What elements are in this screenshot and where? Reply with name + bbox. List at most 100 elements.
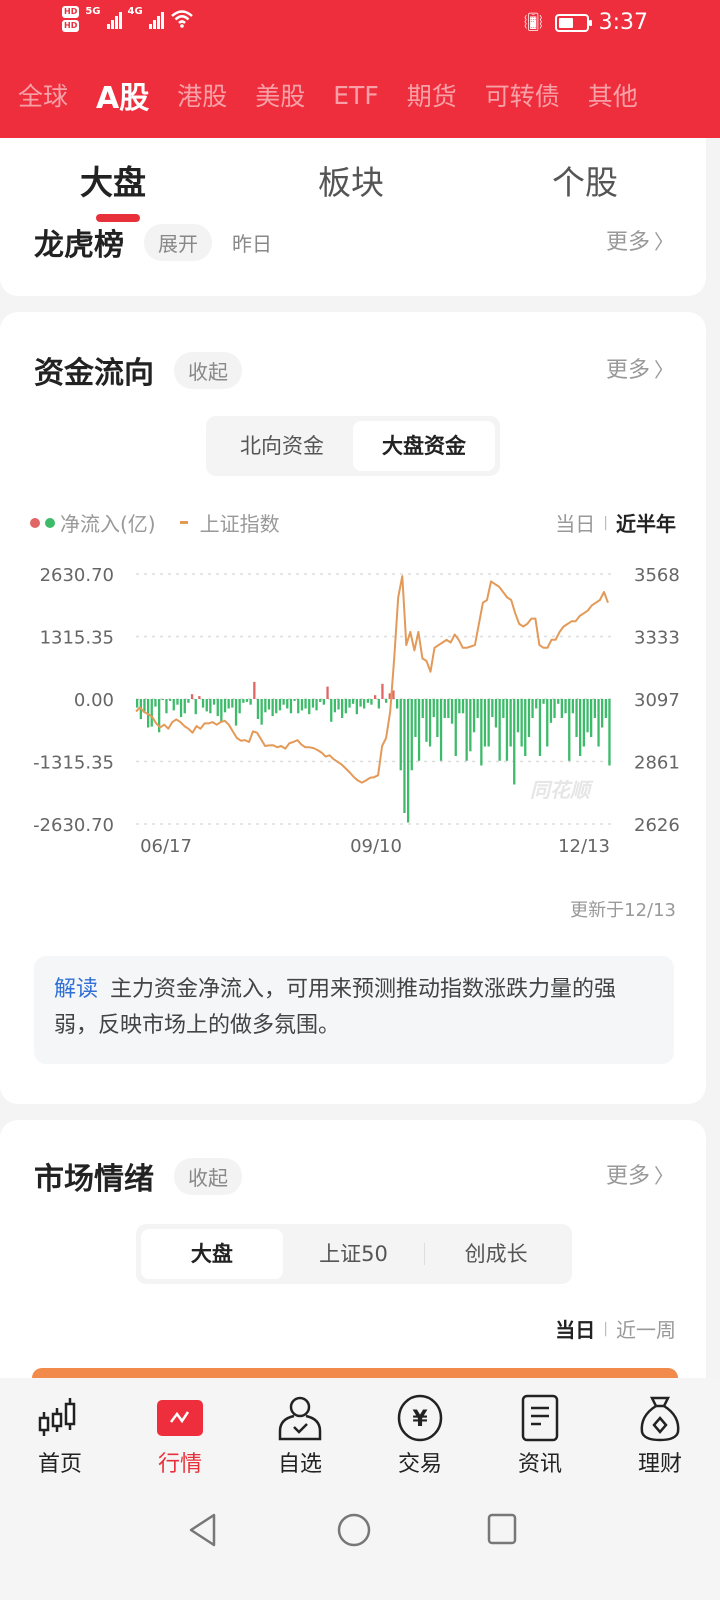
segment-market-fund[interactable]: 大盘资金 — [353, 421, 495, 471]
nav-market[interactable]: 行情 — [120, 1378, 240, 1494]
flow-bar — [524, 699, 527, 756]
y-right-tick-label: 3097 — [634, 690, 680, 711]
flow-bar — [194, 699, 197, 715]
flow-bar — [234, 699, 238, 726]
dragon-tiger-title: 龙虎榜 — [34, 228, 124, 263]
flow-bar — [450, 699, 454, 724]
subtab-stock[interactable]: 个股 — [552, 156, 618, 204]
range-separator: | — [603, 1320, 608, 1337]
flow-bar — [143, 699, 146, 712]
subtab-sector[interactable]: 板块 — [318, 156, 384, 204]
range-half-year[interactable]: 近半年 — [616, 508, 676, 537]
y-left-tick-label: 0.00 — [74, 690, 114, 711]
user-check-icon — [276, 1394, 324, 1442]
back-icon[interactable] — [186, 1512, 220, 1548]
flow-bar — [579, 699, 582, 756]
collapse-button[interactable]: 收起 — [174, 1157, 242, 1195]
flow-bar — [601, 699, 604, 728]
flow-bar — [582, 699, 585, 747]
flow-bar — [267, 699, 271, 710]
range-today[interactable]: 当日 — [555, 1314, 595, 1343]
flow-bar — [604, 699, 607, 718]
home-circle-icon[interactable] — [336, 1512, 372, 1548]
sentiment-range-toggle: 当日 | 近一周 — [555, 1314, 676, 1343]
nav-home[interactable]: 首页 — [0, 1378, 120, 1494]
market-tab-hk[interactable]: 港股 — [177, 77, 227, 113]
document-icon — [516, 1394, 564, 1442]
expand-button[interactable]: 展开 — [144, 223, 212, 261]
flow-bar — [410, 699, 413, 771]
chevron-right-icon: 〉 — [654, 357, 674, 382]
segment-growth[interactable]: 创成长 — [425, 1229, 567, 1279]
flow-bar — [385, 699, 388, 703]
flow-bar — [414, 699, 417, 737]
segment-northbound[interactable]: 北向资金 — [211, 421, 353, 471]
flow-bar — [359, 699, 362, 707]
flow-bar — [608, 699, 611, 766]
flow-bar — [590, 699, 593, 737]
flow-bar — [201, 699, 205, 708]
market-tab-us[interactable]: 美股 — [255, 77, 305, 113]
flow-bar — [190, 694, 194, 699]
x-tick-label: 09/10 — [350, 836, 402, 857]
market-tab-global[interactable]: 全球 — [18, 77, 68, 113]
market-tab-other[interactable]: 其他 — [588, 77, 638, 113]
dragon-tiger-more-link[interactable]: 更多 〉 — [606, 224, 674, 256]
explain-text: 主力资金净流入，可用来预测推动指数涨跌力量的强弱，反映市场上的做多氛围。 — [54, 977, 617, 1038]
sentiment-header: 市场情绪 收起 — [34, 1154, 242, 1198]
recents-square-icon[interactable] — [486, 1512, 518, 1546]
flow-bar — [198, 696, 201, 699]
flow-bar — [381, 683, 384, 699]
flow-bar — [509, 699, 512, 747]
range-today[interactable]: 当日 — [555, 508, 595, 537]
market-tab-convertible[interactable]: 可转债 — [485, 77, 560, 113]
flow-bar — [278, 699, 282, 711]
segment-sse50[interactable]: 上证50 — [283, 1229, 425, 1279]
legend-bar-label: 净流入(亿) — [60, 512, 156, 536]
flow-bar — [472, 699, 476, 733]
nav-trade[interactable]: ¥ 交易 — [360, 1378, 480, 1494]
flow-bar — [165, 699, 168, 714]
flow-bar — [260, 699, 263, 725]
explain-tag: 解读 — [54, 977, 99, 1002]
sim1-hd-icon: HD — [62, 6, 80, 18]
nav-news[interactable]: 资讯 — [480, 1378, 600, 1494]
sentiment-more-link[interactable]: 更多 〉 — [606, 1158, 674, 1190]
flow-bar — [363, 699, 366, 709]
chart-range-toggle: 当日 | 近半年 — [555, 508, 676, 537]
flow-bar — [176, 699, 179, 705]
collapse-button[interactable]: 收起 — [174, 351, 242, 389]
flow-bar — [505, 699, 509, 761]
fund-flow-more-link[interactable]: 更多 〉 — [606, 352, 674, 384]
watermark: 同花顺 — [530, 778, 594, 802]
flow-bar — [476, 699, 479, 718]
subtab-market[interactable]: 大盘 — [80, 156, 146, 204]
flow-bar — [520, 699, 523, 747]
nav-label: 自选 — [277, 1452, 322, 1477]
flow-bar — [428, 699, 432, 747]
segment-market[interactable]: 大盘 — [141, 1229, 283, 1279]
market-tab-futures[interactable]: 期货 — [407, 77, 457, 113]
flow-bar — [161, 699, 164, 700]
date-label[interactable]: 昨日 — [232, 228, 272, 257]
status-left: HD HD 5G 4G — [62, 6, 194, 32]
flow-bar — [425, 699, 428, 742]
flow-bar — [326, 686, 329, 699]
flow-bar — [169, 699, 172, 701]
flow-bar — [483, 699, 487, 747]
status-bar: HD HD 5G 4G 📳︎ 3:37 — [0, 0, 720, 48]
market-tab-a-share[interactable]: A股 — [96, 73, 149, 117]
flow-bar — [417, 699, 421, 761]
top-bar: HD HD 5G 4G 📳︎ 3:37 全球 A股 港股 美股 ETF 期货 可… — [0, 0, 720, 138]
y-right-tick-label: 2626 — [634, 815, 680, 836]
flow-bar — [348, 699, 351, 708]
x-tick-label: 06/17 — [140, 836, 192, 857]
flow-bar — [172, 699, 175, 711]
range-week[interactable]: 近一周 — [616, 1314, 676, 1343]
fund-flow-card: 资金流向 收起 更多 〉 北向资金 大盘资金 净流入(亿) 上证指数 当日 | … — [0, 312, 706, 1104]
update-time: 更新于12/13 — [570, 900, 676, 921]
nav-watchlist[interactable]: 自选 — [240, 1378, 360, 1494]
flow-bar — [209, 699, 212, 714]
nav-wealth[interactable]: 理财 — [600, 1378, 720, 1494]
market-tab-etf[interactable]: ETF — [333, 81, 378, 110]
